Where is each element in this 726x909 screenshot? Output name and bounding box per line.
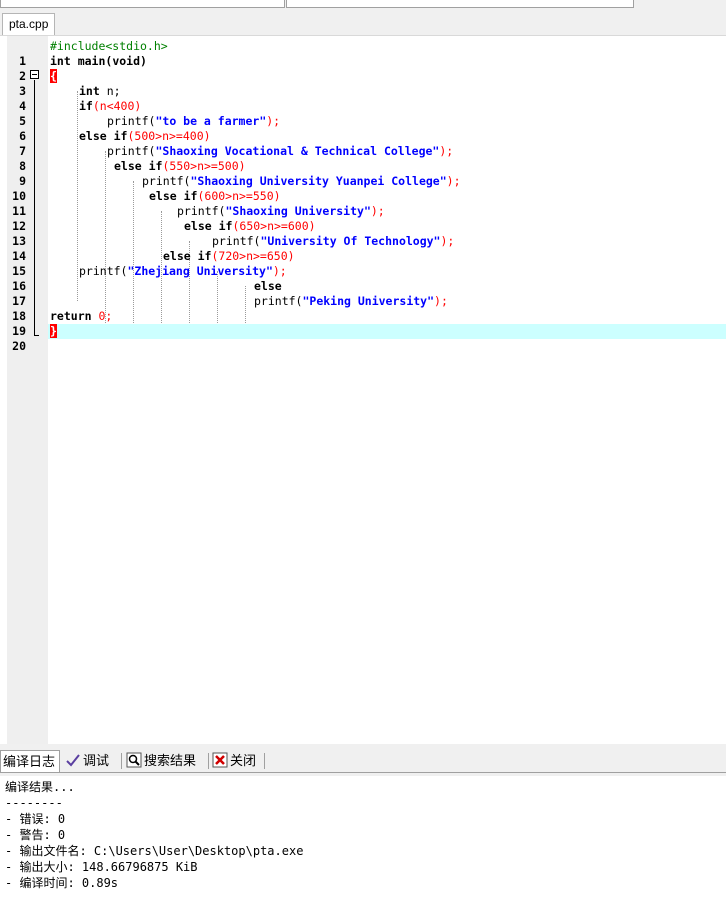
keyword: int bbox=[50, 54, 71, 68]
close-window-icon bbox=[212, 752, 228, 768]
line-number: 20 bbox=[12, 339, 26, 353]
code-line: 13 else if(650>n>=600) bbox=[0, 219, 726, 248]
magnifier-icon bbox=[126, 752, 142, 768]
code-text: ; bbox=[105, 309, 113, 323]
condition: (600>n>=550) bbox=[197, 189, 281, 203]
tab-compile-log[interactable]: 编译日志 bbox=[0, 750, 60, 772]
log-line: -------- bbox=[5, 796, 63, 810]
string-literal: "Peking University" bbox=[302, 294, 435, 308]
function-call: printf( bbox=[212, 234, 261, 248]
tab-close[interactable]: 关闭 bbox=[210, 750, 264, 772]
code-line: 17 else bbox=[0, 279, 726, 308]
code-line: 6 printf("to be a farmer"); bbox=[0, 114, 726, 143]
function-call: printf( bbox=[107, 144, 156, 158]
keyword: else bbox=[254, 279, 282, 293]
code-line: 4 int n; bbox=[0, 84, 726, 113]
tab-separator bbox=[121, 753, 122, 769]
log-line: - 错误: 0 bbox=[5, 812, 66, 826]
code-text: ); bbox=[439, 144, 454, 158]
condition: (650>n>=600) bbox=[232, 219, 316, 233]
string-literal: "to be a farmer" bbox=[155, 114, 267, 128]
tab-search-results[interactable]: 搜索结果 bbox=[124, 750, 206, 772]
function-call: printf( bbox=[254, 294, 303, 308]
log-line: - 编译时间: 0.89s bbox=[5, 876, 119, 890]
code-line: 11 else if(600>n>=550) bbox=[0, 189, 726, 218]
tab-separator bbox=[264, 753, 265, 769]
function-call: printf( bbox=[177, 204, 226, 218]
top-panel-left bbox=[0, 0, 285, 8]
code-line: 14 printf("University Of Technology"); bbox=[0, 234, 726, 263]
log-line: - 警告: 0 bbox=[5, 828, 66, 842]
string-literal: "Shaoxing Vocational & Technical College… bbox=[155, 144, 440, 158]
log-line: - 输出大小: 148.66796875 KiB bbox=[5, 860, 198, 874]
condition: (n<400) bbox=[92, 99, 142, 113]
tab-compile-log-label: 编译日志 bbox=[3, 754, 56, 769]
function-call: printf( bbox=[142, 174, 191, 188]
checkmark-icon bbox=[65, 752, 81, 768]
function-call: printf( bbox=[79, 264, 128, 278]
tab-debug[interactable]: 调试 bbox=[63, 750, 119, 772]
keyword: else if bbox=[149, 189, 198, 203]
code-text: ); bbox=[446, 174, 461, 188]
code-text: ); bbox=[370, 204, 385, 218]
keyword: else if bbox=[79, 129, 128, 143]
code-line: 19 return 0; bbox=[0, 309, 726, 338]
function-call: printf( bbox=[107, 114, 156, 128]
file-tab-pta-cpp[interactable]: pta.cpp bbox=[2, 13, 56, 35]
log-line: - 输出文件名: C:\Users\User\Desktop\pta.exe bbox=[5, 844, 304, 858]
code-editor[interactable]: 1 #include<stdio.h> 2 int main(void) 3 {… bbox=[0, 36, 726, 744]
top-toolbar-strip bbox=[0, 0, 726, 11]
code-text: ); bbox=[266, 114, 281, 128]
code-line: 8 printf("Shaoxing Vocational & Technica… bbox=[0, 144, 726, 173]
matched-brace: } bbox=[50, 324, 57, 338]
code-text: ); bbox=[272, 264, 287, 278]
keyword: if bbox=[79, 99, 93, 113]
keyword: int bbox=[79, 84, 100, 98]
code-line: 9 else if(550>n>=500) bbox=[0, 159, 726, 188]
code-line: 1 #include<stdio.h> bbox=[0, 39, 726, 68]
code-line: 15 else if(720>n>=650) bbox=[0, 249, 726, 278]
code-line: 12 printf("Shaoxing University"); bbox=[0, 204, 726, 233]
code-line: 18 printf("Peking University"); bbox=[0, 294, 726, 323]
code-text: ); bbox=[434, 294, 448, 308]
tab-search-results-label: 搜索结果 bbox=[144, 753, 197, 768]
code-line: 20 } bbox=[0, 324, 726, 353]
tab-separator bbox=[208, 753, 209, 769]
condition: (720>n>=650) bbox=[211, 249, 295, 263]
string-literal: "University Of Technology" bbox=[260, 234, 441, 248]
code-line: 3 { bbox=[0, 69, 726, 98]
code-line: 5 if(n<400) bbox=[0, 99, 726, 128]
bottom-panel-tabs: 编译日志 调试 搜索结果 关闭 bbox=[0, 750, 726, 773]
code-line: 16 printf("Zhejiang University"); bbox=[0, 264, 726, 293]
tab-debug-label: 调试 bbox=[83, 753, 110, 768]
code-line: 2 int main(void) bbox=[0, 54, 726, 83]
log-line: 编译结果... bbox=[5, 780, 75, 794]
keyword: else if bbox=[184, 219, 233, 233]
matched-brace: { bbox=[50, 69, 57, 83]
code-text: ); bbox=[440, 234, 455, 248]
keyword: else if bbox=[163, 249, 212, 263]
code-line: 10 printf("Shaoxing University Yuanpei C… bbox=[0, 174, 726, 203]
editor-tab-bar: pta.cpp bbox=[0, 11, 726, 36]
preprocessor-directive: #include<stdio.h> bbox=[50, 39, 168, 53]
code-text: n; bbox=[99, 84, 121, 98]
keyword: return bbox=[50, 309, 92, 323]
condition: (550>n>=500) bbox=[162, 159, 246, 173]
string-literal: "Shaoxing University" bbox=[225, 204, 371, 218]
top-panel-right bbox=[286, 0, 634, 8]
code-text: main(void) bbox=[70, 54, 147, 68]
string-literal: "Zhejiang University" bbox=[127, 264, 273, 278]
condition: (500>n>=400) bbox=[127, 129, 211, 143]
keyword: else if bbox=[114, 159, 163, 173]
code-line: 7 else if(500>n>=400) bbox=[0, 129, 726, 158]
string-literal: "Shaoxing University Yuanpei College" bbox=[190, 174, 447, 188]
tab-close-label: 关闭 bbox=[230, 753, 257, 768]
compile-log-output[interactable]: 编译结果... -------- - 错误: 0 - 警告: 0 - 输出文件名… bbox=[0, 776, 726, 909]
